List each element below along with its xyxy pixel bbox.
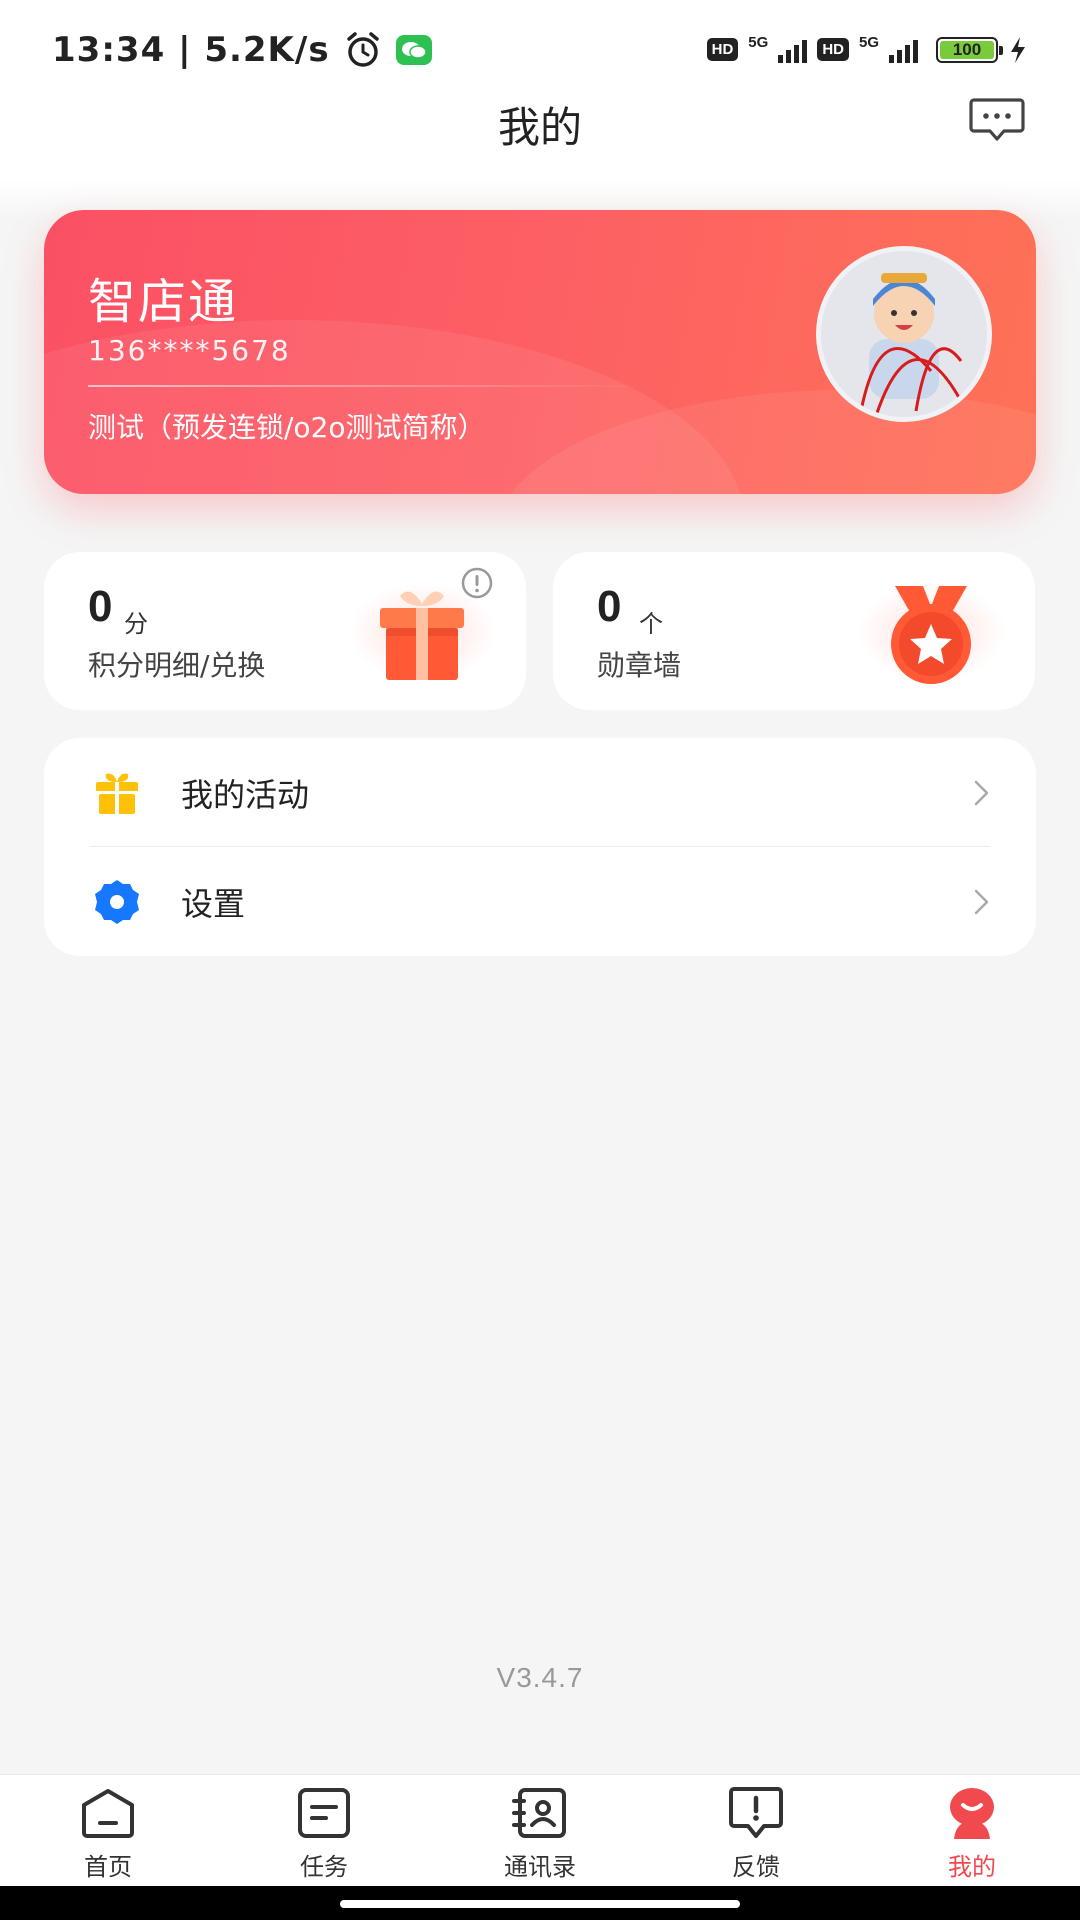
message-icon[interactable]	[968, 96, 1026, 144]
medals-unit: 个	[639, 610, 663, 638]
profile-card[interactable]: 智店通 136****5678 测试（预发连锁/o2o测试简称）	[44, 210, 1036, 494]
home-icon	[82, 1789, 134, 1838]
points-unit: 分	[124, 610, 148, 638]
status-time: 13:34 | 5.2K/s	[52, 30, 330, 70]
avatar[interactable]	[816, 246, 992, 422]
nav-label: 任务	[300, 1853, 348, 1881]
points-value: 0	[88, 582, 113, 631]
home-indicator[interactable]	[340, 1900, 740, 1908]
medal-icon	[891, 586, 971, 684]
nav-label: 首页	[84, 1853, 132, 1881]
signal-icon	[778, 37, 808, 63]
menu-label: 设置	[181, 885, 246, 923]
alarm-icon	[346, 32, 379, 67]
nav-item-home[interactable]: 首页	[0, 1775, 216, 1886]
feedback-icon	[729, 1787, 783, 1838]
network-label: 5G	[858, 34, 879, 51]
task-icon	[298, 1788, 350, 1838]
menu-card: 我的活动 设置	[44, 738, 1036, 956]
nav-label: 反馈	[732, 1853, 780, 1881]
contacts-icon	[512, 1788, 566, 1838]
card-divider	[88, 385, 648, 387]
avatar-illustration	[821, 251, 987, 417]
medals-card[interactable]: 0 个 勋章墙	[553, 552, 1035, 710]
user-name: 智店通	[88, 274, 239, 330]
hd-badge: HD	[817, 38, 849, 61]
nav-item-tasks[interactable]: 任务	[216, 1775, 432, 1886]
points-label: 积分明细/兑换	[88, 649, 266, 682]
network-label: 5G	[748, 34, 769, 51]
chevron-right-icon	[974, 889, 989, 915]
nav-label: 通讯录	[504, 1853, 576, 1881]
user-organization: 测试（预发连锁/o2o测试简称）	[88, 411, 486, 444]
signal-icon	[889, 37, 918, 63]
nav-item-feedback[interactable]: 反馈	[648, 1775, 864, 1886]
menu-label: 我的活动	[181, 776, 310, 814]
battery-level: 100	[940, 40, 994, 59]
gift-icon	[380, 591, 464, 680]
charging-icon	[1011, 36, 1025, 63]
header: 我的	[0, 80, 1080, 180]
user-phone: 136****5678	[88, 334, 291, 367]
nav-item-contacts[interactable]: 通讯录	[432, 1775, 648, 1886]
wechat-icon	[395, 35, 432, 65]
screen: 13:34 | 5.2K/s HD 5G HD 5G 100 我的 智店通 13…	[0, 0, 1080, 1920]
profile-icon	[950, 1788, 994, 1839]
gift-icon	[96, 773, 138, 814]
menu-item-my-activities[interactable]: 我的活动	[44, 738, 1036, 847]
hd-badge: HD	[706, 38, 739, 61]
page-title: 我的	[497, 103, 582, 152]
status-left: 13:34 | 5.2K/s	[52, 30, 432, 70]
nav-label: 我的	[948, 1853, 996, 1881]
chevron-right-icon	[974, 780, 989, 806]
points-card[interactable]: 0 分 积分明细/兑换	[44, 552, 526, 710]
app-version: V3.4.7	[496, 1662, 584, 1693]
bottom-nav: 首页 任务 通讯录 反馈 我的	[0, 1774, 1080, 1886]
medals-value: 0	[597, 582, 622, 631]
nav-item-profile[interactable]: 我的	[864, 1775, 1080, 1886]
status-right: HD 5G HD 5G 100	[706, 34, 1028, 65]
menu-item-settings[interactable]: 设置	[44, 847, 1036, 956]
medals-label: 勋章墙	[597, 649, 682, 682]
gear-icon	[95, 880, 139, 924]
battery-icon: 100	[936, 36, 1003, 63]
